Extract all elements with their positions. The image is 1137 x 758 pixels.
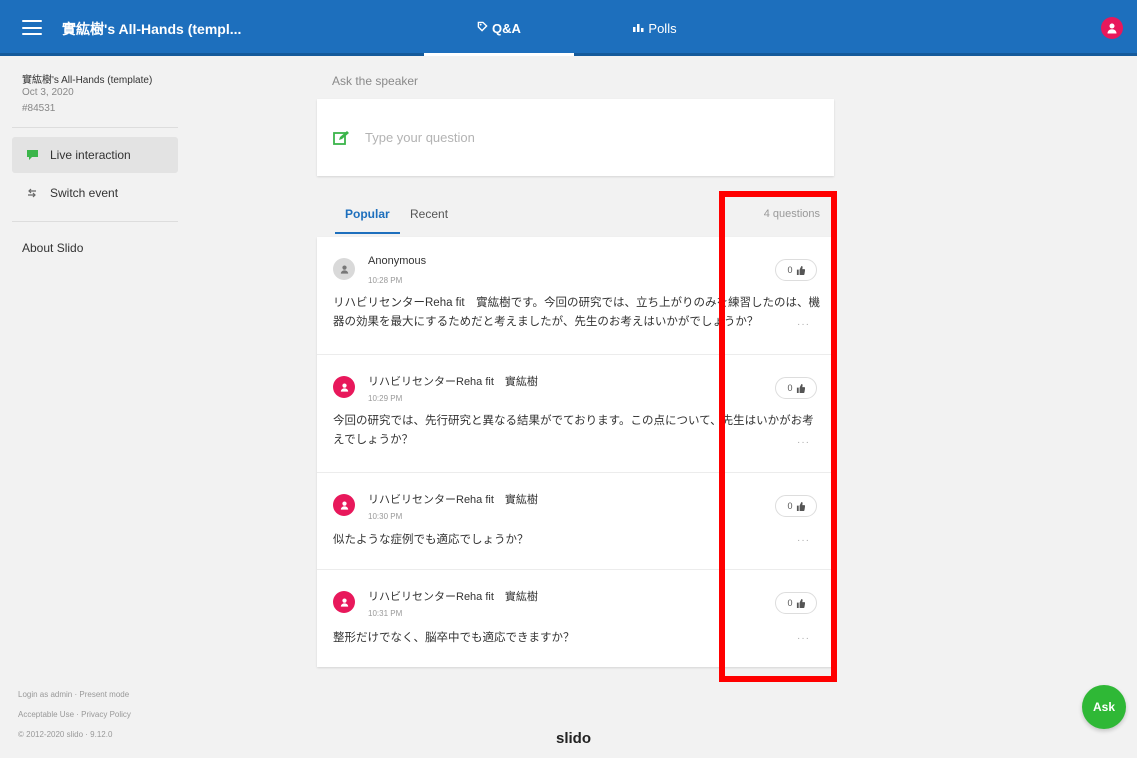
like-button[interactable]: 0 (775, 259, 817, 281)
tab-popular[interactable]: Popular (335, 207, 400, 234)
like-count: 0 (787, 265, 793, 275)
footer-copyright: © 2012-2020 slido · 9.12.0 (18, 730, 113, 739)
like-button[interactable]: 0 (775, 592, 817, 614)
question-time: 10:31 PM (368, 609, 403, 618)
event-name: 實紘樹's All-Hands (template) (22, 75, 153, 86)
question-time: 10:30 PM (368, 512, 403, 521)
question-card: Anonymous 10:28 PM 0 リハビリセンターReha fit 實紘… (317, 237, 834, 355)
more-options-icon[interactable]: ··· (797, 437, 810, 448)
edit-pen-icon (333, 130, 351, 146)
more-options-icon[interactable]: ··· (797, 535, 810, 546)
question-author: リハビリセンターReha fit 實紘樹 (368, 494, 538, 506)
user-avatar-icon (333, 494, 355, 516)
question-author: リハビリセンターReha fit 實紘樹 (368, 376, 538, 388)
tab-polls[interactable]: Polls (580, 0, 730, 56)
ask-speaker-label: Ask the speaker (332, 74, 419, 88)
question-card: リハビリセンターReha fit 實紘樹 10:29 PM 0 今回の研究では、… (317, 355, 834, 473)
slido-logo: slido (556, 730, 592, 747)
tab-qa-label: Q&A (492, 20, 521, 36)
header-event-title[interactable]: 實紘樹's All-Hands (templ... (62, 19, 241, 39)
like-button[interactable]: 0 (775, 495, 817, 517)
tab-qa[interactable]: Q&A (424, 0, 574, 56)
more-options-icon[interactable]: ··· (797, 319, 810, 330)
ask-fab-button[interactable]: Ask (1082, 685, 1126, 729)
thumbs-up-icon (796, 598, 805, 608)
sidebar-item-switch-event[interactable]: Switch event (12, 175, 178, 211)
footer-admin-links[interactable]: Login as admin · Present mode (18, 690, 129, 699)
question-input[interactable]: Type your question (317, 99, 834, 176)
thumbs-up-icon (796, 265, 805, 275)
question-card: リハビリセンターReha fit 實紘樹 10:30 PM 0 似たような症例で… (317, 473, 834, 570)
like-count: 0 (787, 383, 793, 393)
switch-arrows-icon (22, 188, 42, 198)
about-slido-link[interactable]: About Slido (22, 241, 83, 255)
question-text: 似たような症例でも適応でしょうか？ (333, 534, 529, 546)
sidebar-item-live-interaction[interactable]: Live interaction (12, 137, 178, 173)
bar-chart-icon (633, 22, 644, 35)
tab-polls-label: Polls (648, 20, 677, 36)
top-header: 實紘樹's All-Hands (templ... Q&A Polls (0, 0, 1137, 56)
sidebar: 實紘樹's All-Hands (template) Oct 3, 2020 #… (0, 59, 190, 758)
question-text: 整形だけでなく、脳卒中でも適応できますか？ (333, 632, 575, 644)
user-avatar-icon (333, 376, 355, 398)
more-options-icon[interactable]: ··· (797, 633, 810, 644)
question-time: 10:29 PM (368, 394, 403, 403)
sidebar-item-label: Live interaction (50, 148, 131, 162)
question-card: リハビリセンターReha fit 實紘樹 10:31 PM 0 整形だけでなく、… (317, 570, 834, 667)
sidebar-divider (12, 221, 178, 222)
footer-policy-links[interactable]: Acceptable Use · Privacy Policy (18, 710, 131, 719)
like-count: 0 (787, 598, 793, 608)
question-author: Anonymous (368, 255, 427, 267)
user-avatar-icon (333, 591, 355, 613)
question-author: リハビリセンターReha fit 實紘樹 (368, 591, 538, 603)
question-input-placeholder: Type your question (365, 130, 475, 145)
sidebar-divider (12, 127, 178, 128)
tab-recent[interactable]: Recent (410, 207, 448, 221)
anonymous-avatar-icon (333, 258, 355, 280)
question-count: 4 questions (763, 208, 820, 220)
question-text: リハビリセンターReha fit 實紘樹です。今回の研究では、立ち上がりのみを練… (333, 297, 820, 328)
sidebar-item-label: Switch event (50, 186, 119, 200)
like-count: 0 (787, 501, 793, 511)
user-avatar-icon[interactable] (1101, 17, 1123, 39)
hamburger-menu-icon[interactable] (22, 20, 42, 35)
event-code: #84531 (22, 103, 56, 114)
event-date: Oct 3, 2020 (22, 87, 74, 98)
thumbs-up-icon (796, 501, 805, 511)
question-time: 10:28 PM (368, 276, 403, 285)
thumbs-up-icon (796, 383, 805, 393)
live-chat-icon (22, 149, 42, 161)
question-text: 今回の研究では、先行研究と異なる結果がでております。この点について、先生はいかが… (333, 415, 814, 446)
qa-tag-icon (477, 21, 488, 35)
like-button[interactable]: 0 (775, 377, 817, 399)
question-list: Anonymous 10:28 PM 0 リハビリセンターReha fit 實紘… (317, 237, 834, 667)
